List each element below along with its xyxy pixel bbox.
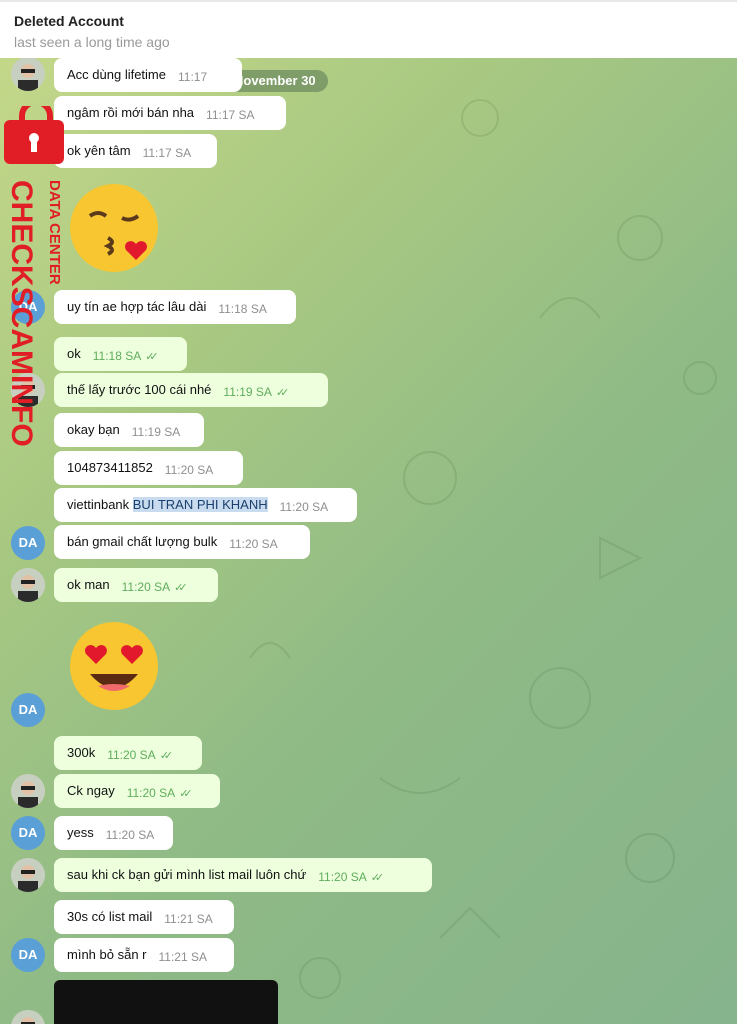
message-time: 11:19 SA <box>131 425 181 439</box>
message-time: 11:20 SA <box>121 580 171 594</box>
message-bubble[interactable]: yess 11:20 SA <box>54 816 173 850</box>
message-bubble-outgoing[interactable]: 300k 11:20 SA ✓✓ <box>54 736 202 770</box>
message-time: 11:21 SA <box>158 950 207 964</box>
message-bubble[interactable]: viettinbank BUI TRAN PHI KHANH 11:20 SA <box>54 488 357 522</box>
message-time: 11:20 SA <box>318 870 367 884</box>
read-checkmarks-icon: ✓✓ <box>145 351 159 363</box>
message-bubble[interactable]: ngâm rồi mới bán nha 11:17 SA <box>54 96 286 130</box>
avatar-initials[interactable]: DA <box>11 693 45 727</box>
media-thumbnail[interactable]: ⌂ <box>54 980 278 1024</box>
avatar-photo[interactable] <box>11 774 45 808</box>
avatar-photo[interactable] <box>11 58 45 91</box>
read-checkmarks-icon: ✓✓ <box>370 872 385 884</box>
message-bubble-outgoing[interactable]: ok man 11:20 SA ✓✓ <box>54 568 218 602</box>
watermark-subtitle: DATA CENTER <box>46 180 63 285</box>
message-time: 11:19 SA <box>223 385 272 399</box>
message-text: mình bỏ sẵn r <box>67 947 147 962</box>
read-checkmarks-icon: ✓✓ <box>179 788 193 800</box>
message-text: Acc dùng lifetime <box>67 67 166 82</box>
message-text: 300k <box>67 745 96 760</box>
message-bubble[interactable]: uy tín ae hợp tác lâu dài 11:18 SA <box>54 290 296 324</box>
read-checkmarks-icon: ✓✓ <box>174 582 188 594</box>
message-text: 30s có list mail <box>67 909 153 924</box>
contact-name: Deleted Account <box>14 13 124 29</box>
message-bubble[interactable]: 104873411852 11:20 SA <box>54 451 243 485</box>
message-bubble[interactable]: Acc dùng lifetime 11:17 <box>54 58 242 92</box>
message-time: 11:17 <box>178 70 208 84</box>
watermark-brand: CHECKSCAMINFO <box>5 180 38 447</box>
message-time: 11:21 SA <box>164 912 213 926</box>
message-text: ok man <box>67 577 110 592</box>
message-text: sau khi ck bạn gửi mình list mail luôn c… <box>67 867 307 882</box>
message-time: 11:20 SA <box>229 537 278 551</box>
message-text: uy tín ae hợp tác lâu dài <box>67 299 207 314</box>
heart-eyes-emoji-sticker[interactable] <box>68 620 160 712</box>
message-bubble[interactable]: 30s có list mail 11:21 SA <box>54 900 234 934</box>
message-time: 11:17 SA <box>142 146 192 160</box>
message-bubble[interactable]: bán gmail chất lượng bulk 11:20 SA <box>54 525 310 559</box>
message-text: ngâm rồi mới bán nha <box>67 105 195 120</box>
read-checkmarks-icon: ✓✓ <box>159 750 174 762</box>
read-checkmarks-icon: ✓✓ <box>275 387 290 399</box>
message-bubble-outgoing[interactable]: sau khi ck bạn gửi mình list mail luôn c… <box>54 858 432 892</box>
avatar-photo[interactable] <box>11 858 45 892</box>
highlighted-text[interactable]: BUI TRAN PHI KHANH <box>132 497 268 512</box>
message-time: 11:20 SA <box>279 500 329 514</box>
last-seen-status: last seen a long time ago <box>14 34 170 50</box>
message-time: 11:20 SA <box>126 786 176 800</box>
message-text: Ck ngay <box>67 783 115 798</box>
message-text: thế lấy trước 100 cái nhé <box>67 382 212 397</box>
kiss-emoji-sticker[interactable] <box>68 182 160 274</box>
message-text: yess <box>67 825 94 840</box>
message-time: 11:18 SA <box>92 349 142 363</box>
avatar-photo[interactable] <box>11 568 45 602</box>
chat-header[interactable]: Deleted Account last seen a long time ag… <box>0 0 737 58</box>
message-bubble[interactable]: mình bỏ sẵn r 11:21 SA <box>54 938 234 972</box>
lock-icon <box>4 106 64 164</box>
chat-area[interactable]: November 30 Acc dùng lifetime 11:17 ngâm … <box>0 58 737 1024</box>
watermark: CHECKSCAMINFO DATA CENTER <box>4 106 64 447</box>
message-time: 11:18 SA <box>218 302 267 316</box>
message-time: 11:17 SA <box>206 108 255 122</box>
avatar-initials[interactable]: DA <box>11 816 45 850</box>
message-time: 11:20 SA <box>105 828 155 842</box>
message-bubble-outgoing[interactable]: thế lấy trước 100 cái nhé 11:19 SA ✓✓ <box>54 373 328 407</box>
message-text: bán gmail chất lượng bulk <box>67 534 218 549</box>
message-time: 11:20 SA <box>164 463 214 477</box>
avatar-initials[interactable]: DA <box>11 938 45 972</box>
message-time: 11:20 SA <box>107 748 156 762</box>
message-bubble-outgoing[interactable]: Ck ngay 11:20 SA ✓✓ <box>54 774 220 808</box>
message-text: viettinbank <box>67 497 133 512</box>
avatar-initials[interactable]: DA <box>11 526 45 560</box>
